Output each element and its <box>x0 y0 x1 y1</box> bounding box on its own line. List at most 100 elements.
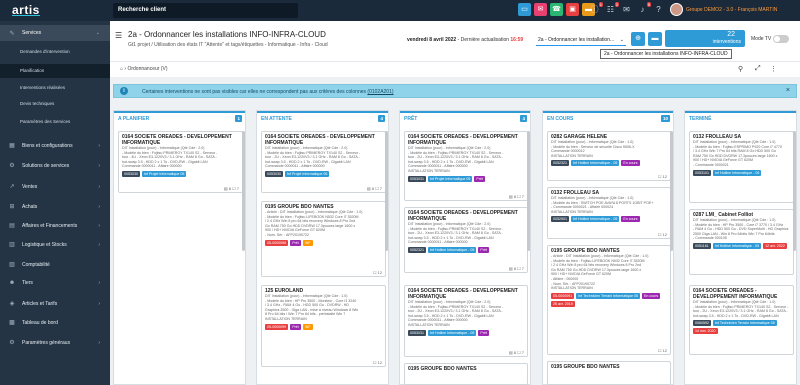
card-tag[interactable]: 0053030 <box>265 170 283 177</box>
intervention-card[interactable]: 0287 LMI_ Cabinet Folliot DIT Installatio… <box>689 209 794 275</box>
card-tag[interactable]: 05-0000091 <box>551 292 575 299</box>
open-button[interactable]: ⊕ <box>631 32 645 46</box>
card-tag[interactable]: En cours <box>621 216 640 223</box>
sidebar-item-solutions[interactable]: ⚙ Solutions de services › <box>0 162 110 170</box>
card-tag[interactable]: 0052901 <box>551 216 569 223</box>
sidebar-sub-demandes[interactable]: Demandes d'intervention <box>0 49 110 54</box>
card-tag[interactable]: Inf Technicien Terrain Informatique 05 <box>576 292 640 299</box>
intervention-card[interactable]: 0195 GROUPE BDO NANTES <box>547 361 671 385</box>
card-tag[interactable]: Inf Technicien Terrain Informatique 05 <box>713 320 777 327</box>
folder-button[interactable]: ▬ <box>648 32 662 46</box>
sidebar-sub-planification[interactable]: Planification <box>0 64 110 78</box>
tasks-icon[interactable]: ☷ 2 <box>604 2 619 16</box>
card-tag[interactable]: 12 avr. 2022 <box>763 242 787 249</box>
card-tag[interactable]: Inf Hotline Informatique - 05 <box>571 216 620 223</box>
card-tag[interactable]: 26 avr. 2019 <box>551 300 575 307</box>
intervention-card[interactable]: 0164 SOCIETE OREADES - DEVELOPPEMENT INF… <box>689 285 794 355</box>
sidebar-item-articles[interactable]: ◈ Articles et Tarifs › <box>0 300 110 308</box>
desktop-icon[interactable]: ▭ <box>518 3 531 16</box>
sidebar-item-comptabilite[interactable]: ▧ Comptabilité <box>0 261 110 269</box>
intervention-card[interactable]: 0195 GROUPE BDO NANTES - Article : DIT In… <box>547 245 671 355</box>
sidebar-item-logistique[interactable]: ▥ Logistique et Stocks › <box>0 241 110 249</box>
intervention-card[interactable]: 0195 GROUPE BDO NANTES <box>404 363 528 385</box>
card-tag[interactable]: 0052321 <box>408 246 426 253</box>
artis-logo[interactable]: artis <box>12 3 40 17</box>
bell-icon[interactable]: ♪ 9 <box>636 2 651 16</box>
printer-icon[interactable]: ▣ <box>566 3 579 16</box>
column-title: EN COURS <box>547 116 574 122</box>
card-tag[interactable]: 05-0000098 <box>265 239 289 246</box>
card-tag[interactable]: 0053030 <box>122 170 140 177</box>
intervention-card[interactable]: 0164 SOCIETE OREADES - DEVELOPPEMENT INF… <box>261 131 386 193</box>
card-tag[interactable]: En cours <box>642 292 661 299</box>
chat-icon[interactable]: ✉ <box>620 3 633 16</box>
planning-select[interactable]: 2a - Ordonnancer les installation... ⌄ <box>536 35 626 46</box>
card-tag[interactable]: 0053031 <box>408 329 426 336</box>
sidebar-sub-interventions[interactable]: Interventions réalisées <box>0 85 110 90</box>
column-scrollbar[interactable] <box>793 131 796 251</box>
intervention-card[interactable]: 0164 SOCIETE OREADES - DEVELOPPEMENT INF… <box>404 131 528 201</box>
card-tag[interactable]: INF <box>302 239 313 246</box>
card-tag[interactable]: 0060592 <box>693 320 711 327</box>
card-tag[interactable]: Inf Hotline Informatique - 05 <box>428 246 477 253</box>
hamburger-icon[interactable]: ☰ <box>115 31 122 40</box>
card-tag[interactable]: INF <box>302 323 313 330</box>
info-link[interactable]: (0102A201) <box>367 89 393 95</box>
mode-tv-toggle[interactable] <box>773 35 789 43</box>
card-tag[interactable]: En cours <box>621 160 640 167</box>
column-scrollbar[interactable] <box>385 131 388 251</box>
column-title: EN ATTENTE <box>261 116 292 122</box>
filter-icon[interactable]: ⚲ <box>738 65 743 73</box>
card-tag[interactable]: Inf Projet Informatique 05 <box>285 170 330 177</box>
intervention-card[interactable]: 0132 FROLLEAU SA DIT Installation (pour) … <box>547 187 671 239</box>
card-tag[interactable]: Prêt <box>478 246 489 253</box>
sidebar-item-achats[interactable]: ⊞ Achats › <box>0 203 110 211</box>
card-tag[interactable]: 0053031 <box>408 175 426 182</box>
help-icon[interactable]: ? <box>652 3 665 16</box>
sidebar-item-tiers[interactable]: ☻ Tiers › <box>0 280 110 286</box>
interventions-button[interactable]: 22 interventions <box>665 30 745 47</box>
intervention-card[interactable]: 125 EUROLAND DIT Installation (pour) - In… <box>261 285 386 367</box>
sidebar-item-ventes[interactable]: ↗ Ventes › <box>0 183 110 191</box>
zoom-icon[interactable]: ⤢ <box>755 65 761 73</box>
intervention-card[interactable]: 0132 FROLLEAU SA DIT Installation (pour) … <box>689 131 794 203</box>
info-icon[interactable]: ⓘ 1 <box>588 2 603 16</box>
card-tag[interactable]: 0051161 <box>693 242 711 249</box>
card-tag[interactable]: 05-0000099 <box>265 323 289 330</box>
intervention-card[interactable]: 0164 SOCIETE OREADES - DEVELOPPEMENT INF… <box>118 131 243 193</box>
intervention-card[interactable]: 0164 SOCIETE OREADES - DEVELOPPEMENT INF… <box>404 285 528 357</box>
intervention-card[interactable]: 0195 GROUPE BDO NANTES - Article : DIT In… <box>261 201 386 277</box>
intervention-card[interactable]: 0282 GARAGE HELENE DIT Installation (pour… <box>547 131 671 181</box>
card-tag[interactable]: Prêt <box>290 239 301 246</box>
column-scrollbar[interactable] <box>527 131 530 251</box>
sidebar-sub-devis[interactable]: Devis techniques <box>0 101 110 106</box>
card-tag[interactable]: Inf Projet Informatique 05 <box>142 170 187 177</box>
card-tag[interactable]: 0053101 <box>693 169 711 176</box>
column-scrollbar[interactable] <box>242 131 245 251</box>
intervention-card[interactable]: 0164 SOCIETE OREADES - DEVELOPPEMENT INF… <box>404 207 528 273</box>
card-tag[interactable]: Inf Projet Informatique 05 <box>428 175 473 182</box>
mail-icon[interactable]: ✉ <box>534 3 547 16</box>
card-tag[interactable]: 14 nov. 2020 <box>693 328 718 335</box>
card-tag[interactable]: Prêt <box>290 323 301 330</box>
sidebar-item-services[interactable]: ✎ Services ⌄ <box>0 25 110 41</box>
sidebar-sub-parametres[interactable]: Paramètres des Services <box>0 119 110 124</box>
card-tag[interactable]: Prêt <box>478 329 489 336</box>
card-tag[interactable]: Inf Hotline Informatique - 05 <box>428 329 477 336</box>
phone-icon[interactable]: ☎ <box>550 3 563 16</box>
client-search-input[interactable]: Recherche client <box>113 3 298 18</box>
card-tag[interactable]: 0052321 <box>551 160 569 167</box>
sidebar-item-biens[interactable]: ▦ Biens et configurations › <box>0 142 110 150</box>
more-icon[interactable]: ⋮ <box>770 65 777 73</box>
close-icon[interactable]: × <box>786 87 790 94</box>
card-tags: 0052901 Inf Hotline Informatique - 05 En c… <box>551 216 667 223</box>
user-menu[interactable]: Groupe DEMO2 - 3.0 - François MARTIN <box>670 3 777 16</box>
card-tag[interactable]: Inf Hotline Informatique - 05 <box>712 242 762 249</box>
card-tag[interactable]: Inf Hotline Informatique - 05 <box>713 169 762 176</box>
sidebar-item-affaires[interactable]: ▤ Affaires et Financements › <box>0 222 110 230</box>
card-tag[interactable]: Inf Hotline Informatique - 05 <box>571 160 620 167</box>
sidebar-item-parametres[interactable]: ⚙ Paramètres généraux › <box>0 339 110 347</box>
sidebar-item-tableau-de-bord[interactable]: ▩ Tableau de bord <box>0 319 110 327</box>
card-tag[interactable]: Prêt <box>474 175 485 182</box>
column-scrollbar[interactable] <box>670 131 673 251</box>
